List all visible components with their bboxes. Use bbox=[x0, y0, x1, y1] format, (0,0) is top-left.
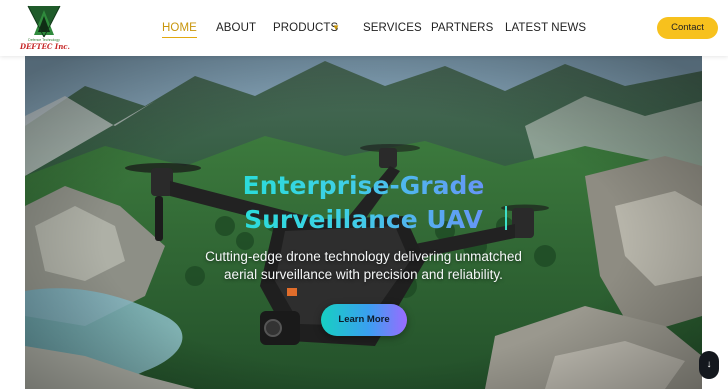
scroll-down-icon[interactable]: ↓ bbox=[699, 351, 719, 379]
nav-partners[interactable]: PARTNERS bbox=[431, 20, 493, 38]
nav-about[interactable]: ABOUT bbox=[216, 20, 256, 38]
nav-latest-news[interactable]: LATEST NEWS bbox=[505, 20, 586, 38]
site-header: Defence Technology DEFTEC Inc. HOME ABOU… bbox=[0, 0, 728, 56]
contact-button[interactable]: Contact bbox=[657, 17, 718, 39]
nav-home[interactable]: HOME bbox=[162, 20, 197, 38]
logo-emblem-icon bbox=[27, 5, 61, 38]
logo-name: DEFTEC Inc. bbox=[20, 42, 70, 51]
hero-banner: Enterprise-Grade Surveillance UAV Cuttin… bbox=[25, 56, 702, 389]
nav-products[interactable]: PRODUCTS bbox=[273, 20, 338, 38]
hero-title: Enterprise-Grade Surveillance UAV bbox=[175, 169, 552, 237]
learn-more-button[interactable]: Learn More bbox=[321, 304, 407, 336]
typing-cursor bbox=[505, 206, 507, 230]
site-logo[interactable]: Defence Technology DEFTEC Inc. bbox=[20, 5, 70, 51]
chevron-down-icon[interactable]: ▼ bbox=[332, 20, 340, 36]
nav-services[interactable]: SERVICES bbox=[363, 20, 422, 38]
hero-subtitle: Cutting-edge drone technology delivering… bbox=[205, 249, 522, 282]
